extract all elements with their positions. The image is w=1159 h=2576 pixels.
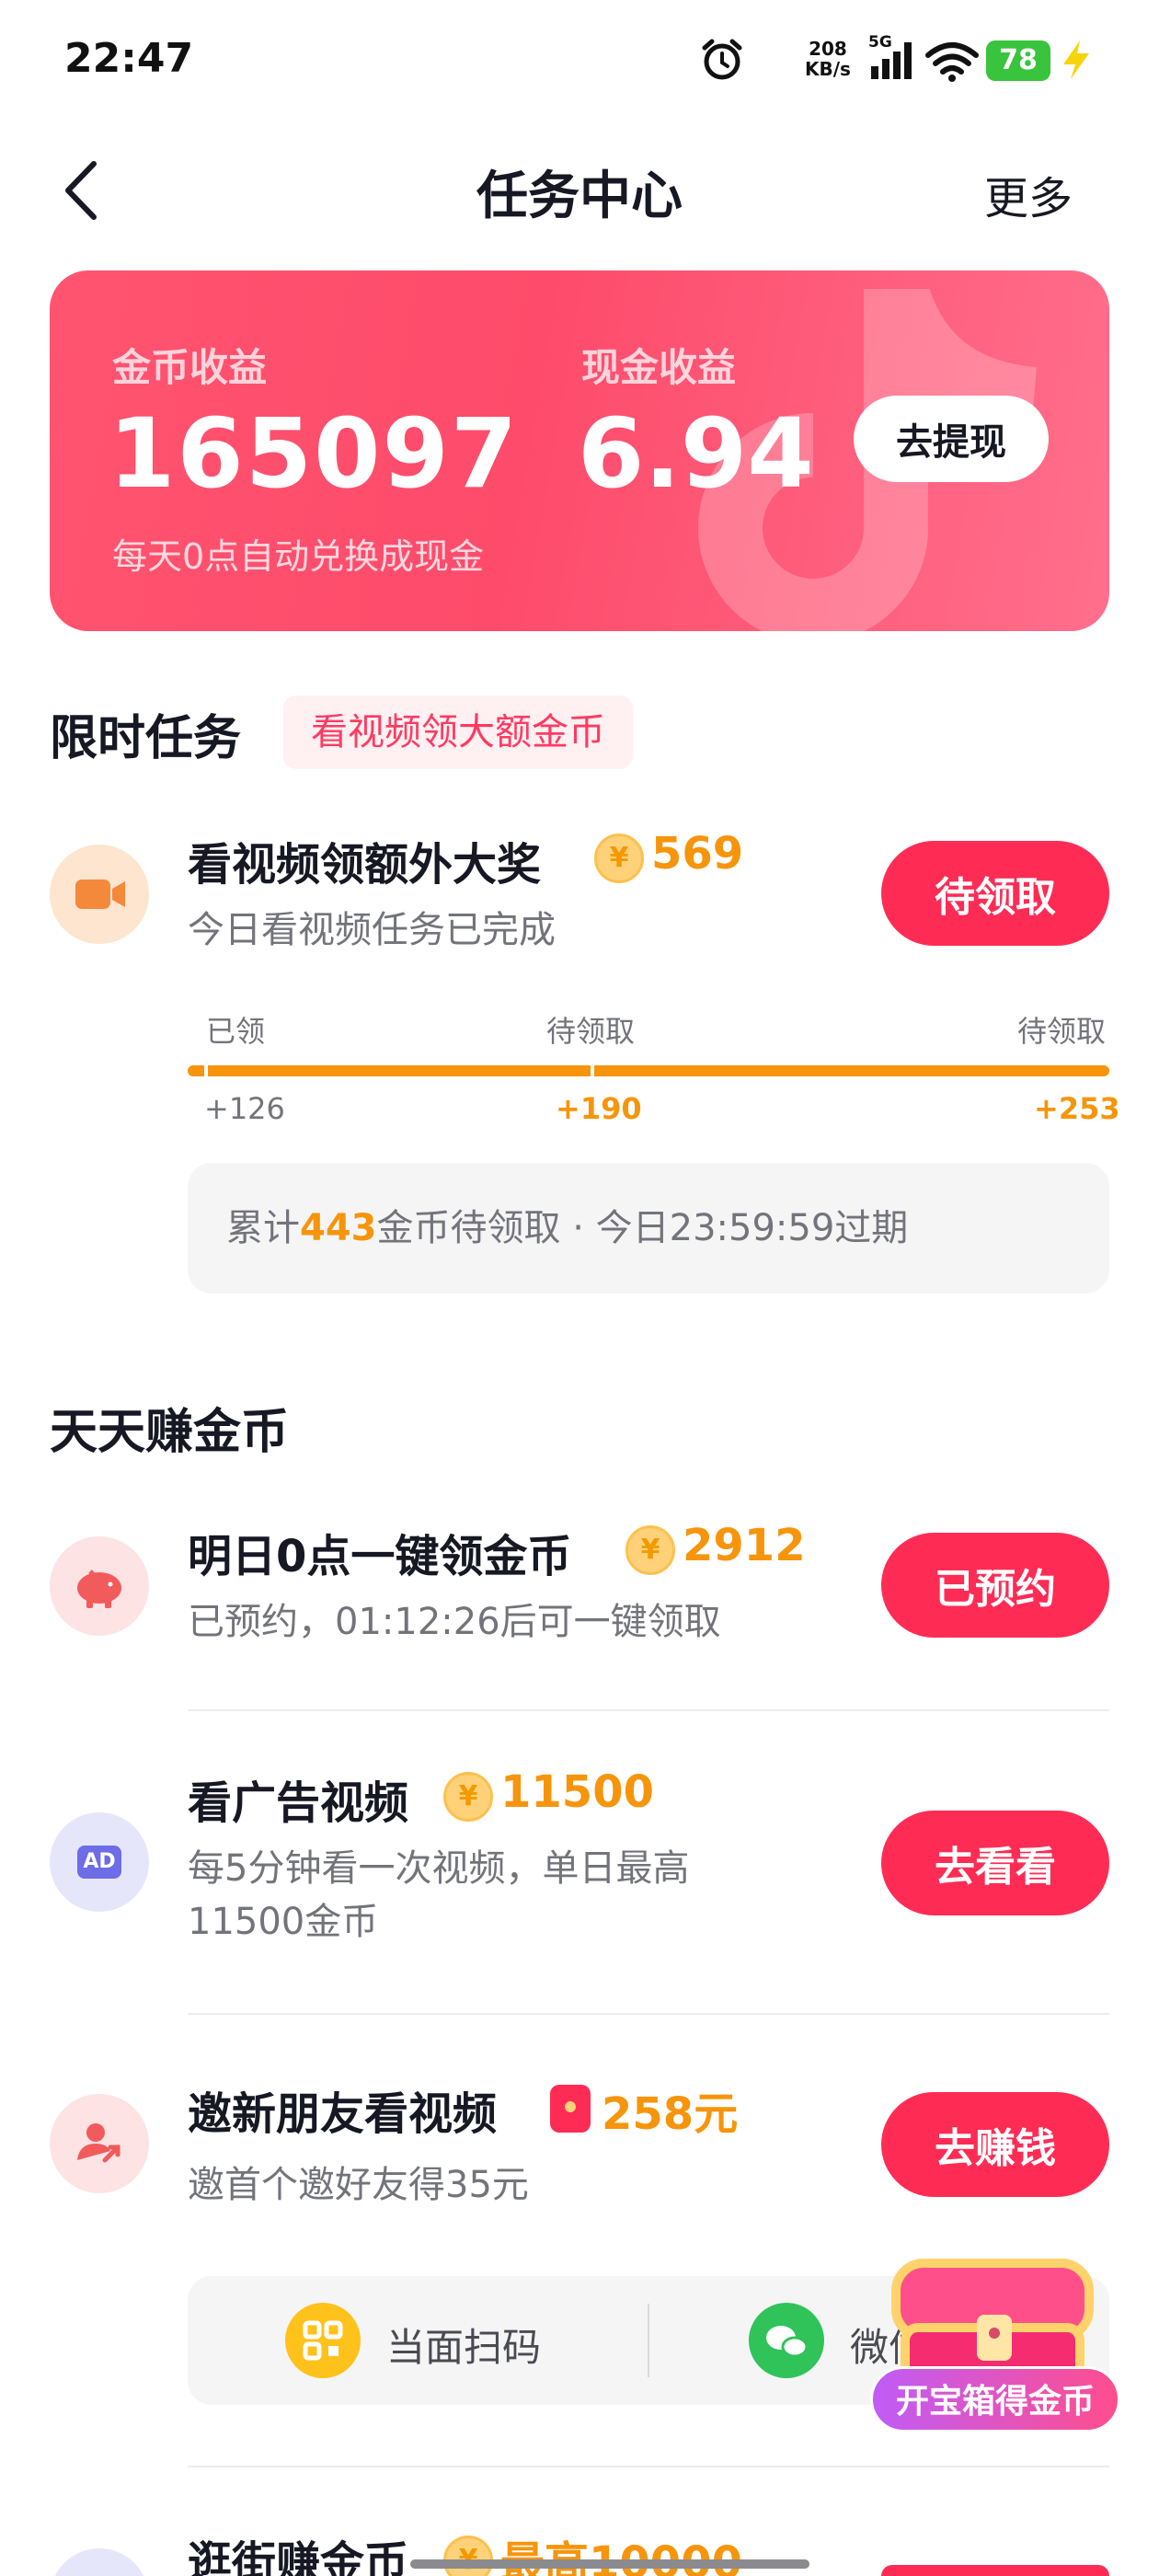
progress-value-claimed: +126 (204, 1091, 285, 1126)
task-reward: 258元 (602, 2088, 739, 2140)
task-reward: 569 (651, 828, 744, 880)
net-speed-value: 208 (809, 38, 847, 60)
divider (188, 2466, 1109, 2467)
coin-icon: ¥ (443, 2536, 493, 2576)
invite-friend-icon (50, 2094, 149, 2193)
coin-icon: ¥ (594, 834, 644, 883)
charging-icon (1063, 40, 1089, 79)
task-button-partial[interactable] (881, 2565, 1109, 2576)
summary-amount: 443 (300, 1207, 377, 1249)
limited-tasks-heading: 限时任务 (50, 711, 242, 766)
more-button[interactable]: 更多 (984, 162, 1073, 226)
progress-tick (204, 1058, 208, 1082)
piggy-bank-icon (50, 1536, 149, 1636)
net-speed-unit: KB/s (805, 58, 851, 80)
signal-icon (871, 42, 912, 79)
earnings-card: 金币收益 165097 每天0点自动兑换成现金 现金收益 6.94 去提现 (50, 270, 1109, 631)
pending-claim-button[interactable]: 待领取 (881, 841, 1109, 946)
progress-value-pending: +253 (1034, 1091, 1120, 1126)
summary-prefix: 累计 (226, 1207, 300, 1249)
daily-tasks-heading: 天天赚金币 (50, 1405, 290, 1460)
task-title: 明日0点一键领金币 (188, 1531, 572, 1582)
task-desc: 邀首个邀好友得35元 (188, 2164, 529, 2206)
battery-icon: 78 (986, 40, 1050, 81)
progress-tick (591, 1058, 594, 1082)
home-indicator[interactable] (410, 2559, 809, 2569)
task-desc-line: 每5分钟看一次视频，单日最高 (188, 1847, 690, 1890)
watch-ad-button[interactable]: 去看看 (881, 1811, 1109, 1915)
coin-exchange-tip: 每天0点自动兑换成现金 (112, 536, 485, 577)
share-separator (648, 2304, 649, 2377)
red-envelope-icon (550, 2085, 591, 2133)
progress-bar (188, 1065, 1109, 1076)
limited-tasks-tag: 看视频领大额金币 (283, 696, 633, 769)
task-desc: 已预约，01:12:26后可一键领取 (188, 1601, 721, 1643)
coin-earnings-value: 165097 (109, 397, 520, 510)
progress-value-pending: +190 (556, 1091, 642, 1126)
top-nav: 任务中心 更多 (0, 138, 1159, 239)
qr-scan-icon[interactable] (285, 2303, 361, 2378)
progress-label-pending: 待领取 (1017, 1014, 1107, 1049)
video-camera-icon (50, 845, 149, 944)
open-chest-label[interactable]: 开宝箱得金币 (870, 2366, 1120, 2432)
status-time: 22:47 (64, 35, 194, 82)
alarm-icon (702, 39, 742, 80)
divider (188, 2013, 1109, 2015)
progress-label-pending: 待领取 (546, 1014, 636, 1049)
task-title: 看视频领额外大奖 (188, 839, 542, 891)
wechat-icon[interactable] (749, 2303, 824, 2378)
cash-earnings-label: 现金收益 (581, 345, 737, 390)
task-title: 逛街赚金币 (188, 2537, 409, 2576)
divider (188, 1709, 1109, 1711)
coin-earnings-label: 金币收益 (112, 345, 268, 390)
summary-suffix: 金币待领取 · 今日23:59:59过期 (376, 1207, 909, 1249)
task-title: 邀新朋友看视频 (188, 2088, 498, 2140)
wifi-icon (925, 42, 979, 82)
task-reward: 2912 (683, 1520, 806, 1571)
task-reward: 11500 (500, 1766, 654, 1818)
coin-icon: ¥ (443, 1772, 493, 1822)
ad-icon: AD (50, 1812, 149, 1912)
cash-earnings-value: 6.94 (578, 397, 814, 510)
reserved-button[interactable]: 已预约 (881, 1533, 1109, 1638)
task-desc: 今日看视频任务已完成 (188, 909, 556, 951)
pending-summary: 累计443金币待领取 · 今日23:59:59过期 (188, 1163, 1109, 1294)
task-title: 看广告视频 (188, 1777, 409, 1829)
shopping-icon (50, 2548, 149, 2576)
task-desc-line: 11500金币 (188, 1901, 379, 1943)
net-speed: 208 KB/s (805, 39, 851, 79)
earn-money-button[interactable]: 去赚钱 (881, 2092, 1109, 2197)
coin-icon: ¥ (625, 1525, 675, 1575)
scan-label[interactable]: 当面扫码 (386, 2317, 541, 2373)
progress-label-claimed: 已领 (206, 1014, 266, 1049)
status-bar: 22:47 208 KB/s 5G 78 (0, 0, 1159, 120)
ad-badge: AD (77, 1846, 121, 1879)
withdraw-button[interactable]: 去提现 (854, 396, 1049, 482)
